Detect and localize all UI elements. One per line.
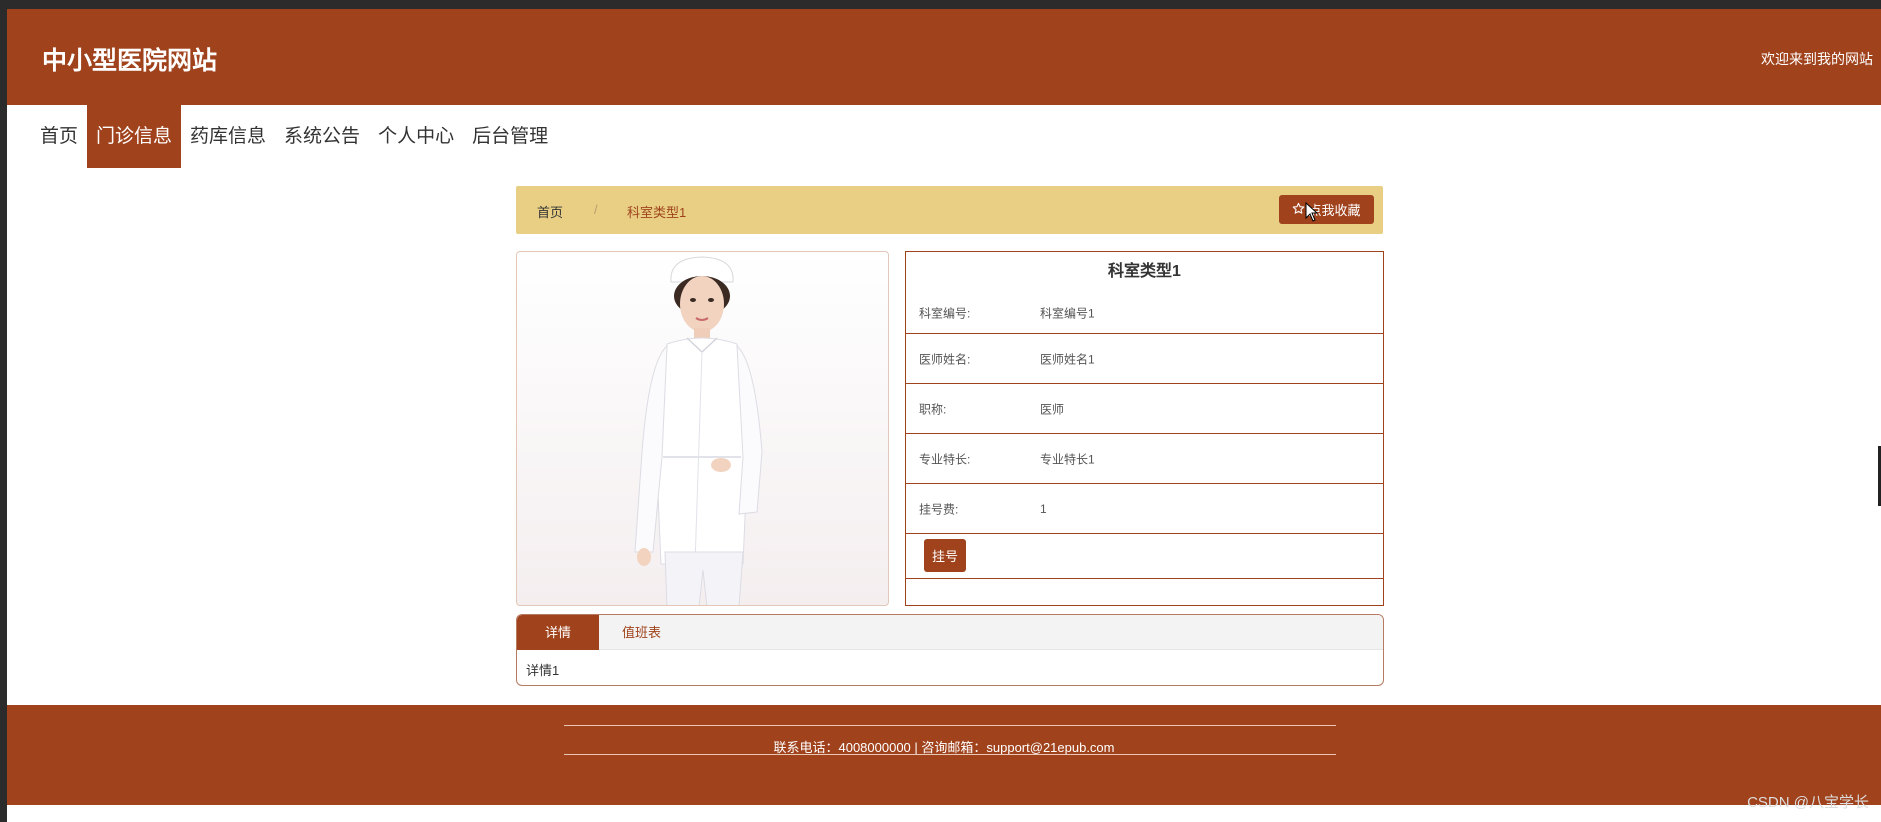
tab-bar: 详情 值班表 <box>517 615 1383 650</box>
page: 中小型医院网站 欢迎来到我的网站 首页 门诊信息 药库信息 系统公告 个人中心 … <box>7 9 1881 822</box>
department-info-table: 科室类型1 科室编号: 科室编号1 医师姓名: 医师姓名1 职称: 医师 专业特… <box>905 251 1384 606</box>
info-label: 专业特长: <box>919 452 971 466</box>
detail-tabs: 详情 值班表 详情1 <box>516 614 1384 686</box>
info-actions-row: 挂号 <box>906 534 1383 579</box>
info-value: 医师姓名1 <box>1040 352 1095 366</box>
welcome-text: 欢迎来到我的网站 <box>1761 51 1873 67</box>
info-label: 挂号费: <box>919 502 959 516</box>
info-row: 专业特长: 专业特长1 <box>906 434 1383 484</box>
nav-item-personal-center[interactable]: 个人中心 <box>369 105 463 168</box>
info-label: 科室编号: <box>919 306 971 320</box>
department-title: 科室类型1 <box>1108 263 1181 280</box>
watermark: CSDN @八宝学长 <box>1747 794 1869 811</box>
info-value: 医师 <box>1040 402 1065 416</box>
breadcrumb: 首页 / 科室类型1 点我收藏 <box>516 186 1383 234</box>
tab-details[interactable]: 详情 <box>517 615 599 650</box>
info-row: 职称: 医师 <box>906 384 1383 434</box>
footer-divider <box>564 754 1336 755</box>
mouse-cursor-icon <box>1305 201 1319 227</box>
info-row: 医师姓名: 医师姓名1 <box>906 334 1383 384</box>
info-value: 专业特长1 <box>1040 452 1095 466</box>
tab-duty-schedule[interactable]: 值班表 <box>599 615 684 650</box>
star-outline-icon <box>1292 202 1305 218</box>
site-title[interactable]: 中小型医院网站 <box>42 41 217 77</box>
footer: 联系电话：4008000000 | 咨询邮箱：support@21epub.co… <box>7 705 1881 805</box>
breadcrumb-current: 科室类型1 <box>627 205 687 220</box>
nurse-illustration <box>634 256 763 605</box>
info-value: 科室编号1 <box>1040 306 1095 320</box>
register-button[interactable]: 挂号 <box>924 539 966 572</box>
info-value: 1 <box>1040 501 1047 516</box>
doctor-photo <box>516 251 889 606</box>
main-nav: 首页 门诊信息 药库信息 系统公告 个人中心 后台管理 <box>31 105 557 168</box>
top-header: 中小型医院网站 欢迎来到我的网站 <box>7 9 1881 105</box>
info-label: 医师姓名: <box>919 352 971 366</box>
nav-item-outpatient[interactable]: 门诊信息 <box>87 105 182 168</box>
footer-divider <box>564 725 1336 726</box>
info-row: 挂号费: 1 <box>906 484 1383 534</box>
info-label: 职称: <box>919 402 947 416</box>
breadcrumb-home-link[interactable]: 首页 <box>537 202 563 221</box>
nav-item-home[interactable]: 首页 <box>31 105 87 168</box>
breadcrumb-separator: / <box>594 202 598 217</box>
info-row: 科室编号: 科室编号1 <box>906 292 1383 334</box>
nav-item-announcements[interactable]: 系统公告 <box>275 105 369 168</box>
nav-item-admin[interactable]: 后台管理 <box>463 105 557 168</box>
tab-content: 详情1 <box>526 663 560 678</box>
nav-item-pharmacy[interactable]: 药库信息 <box>181 105 275 168</box>
favorite-button[interactable]: 点我收藏 <box>1279 195 1374 224</box>
